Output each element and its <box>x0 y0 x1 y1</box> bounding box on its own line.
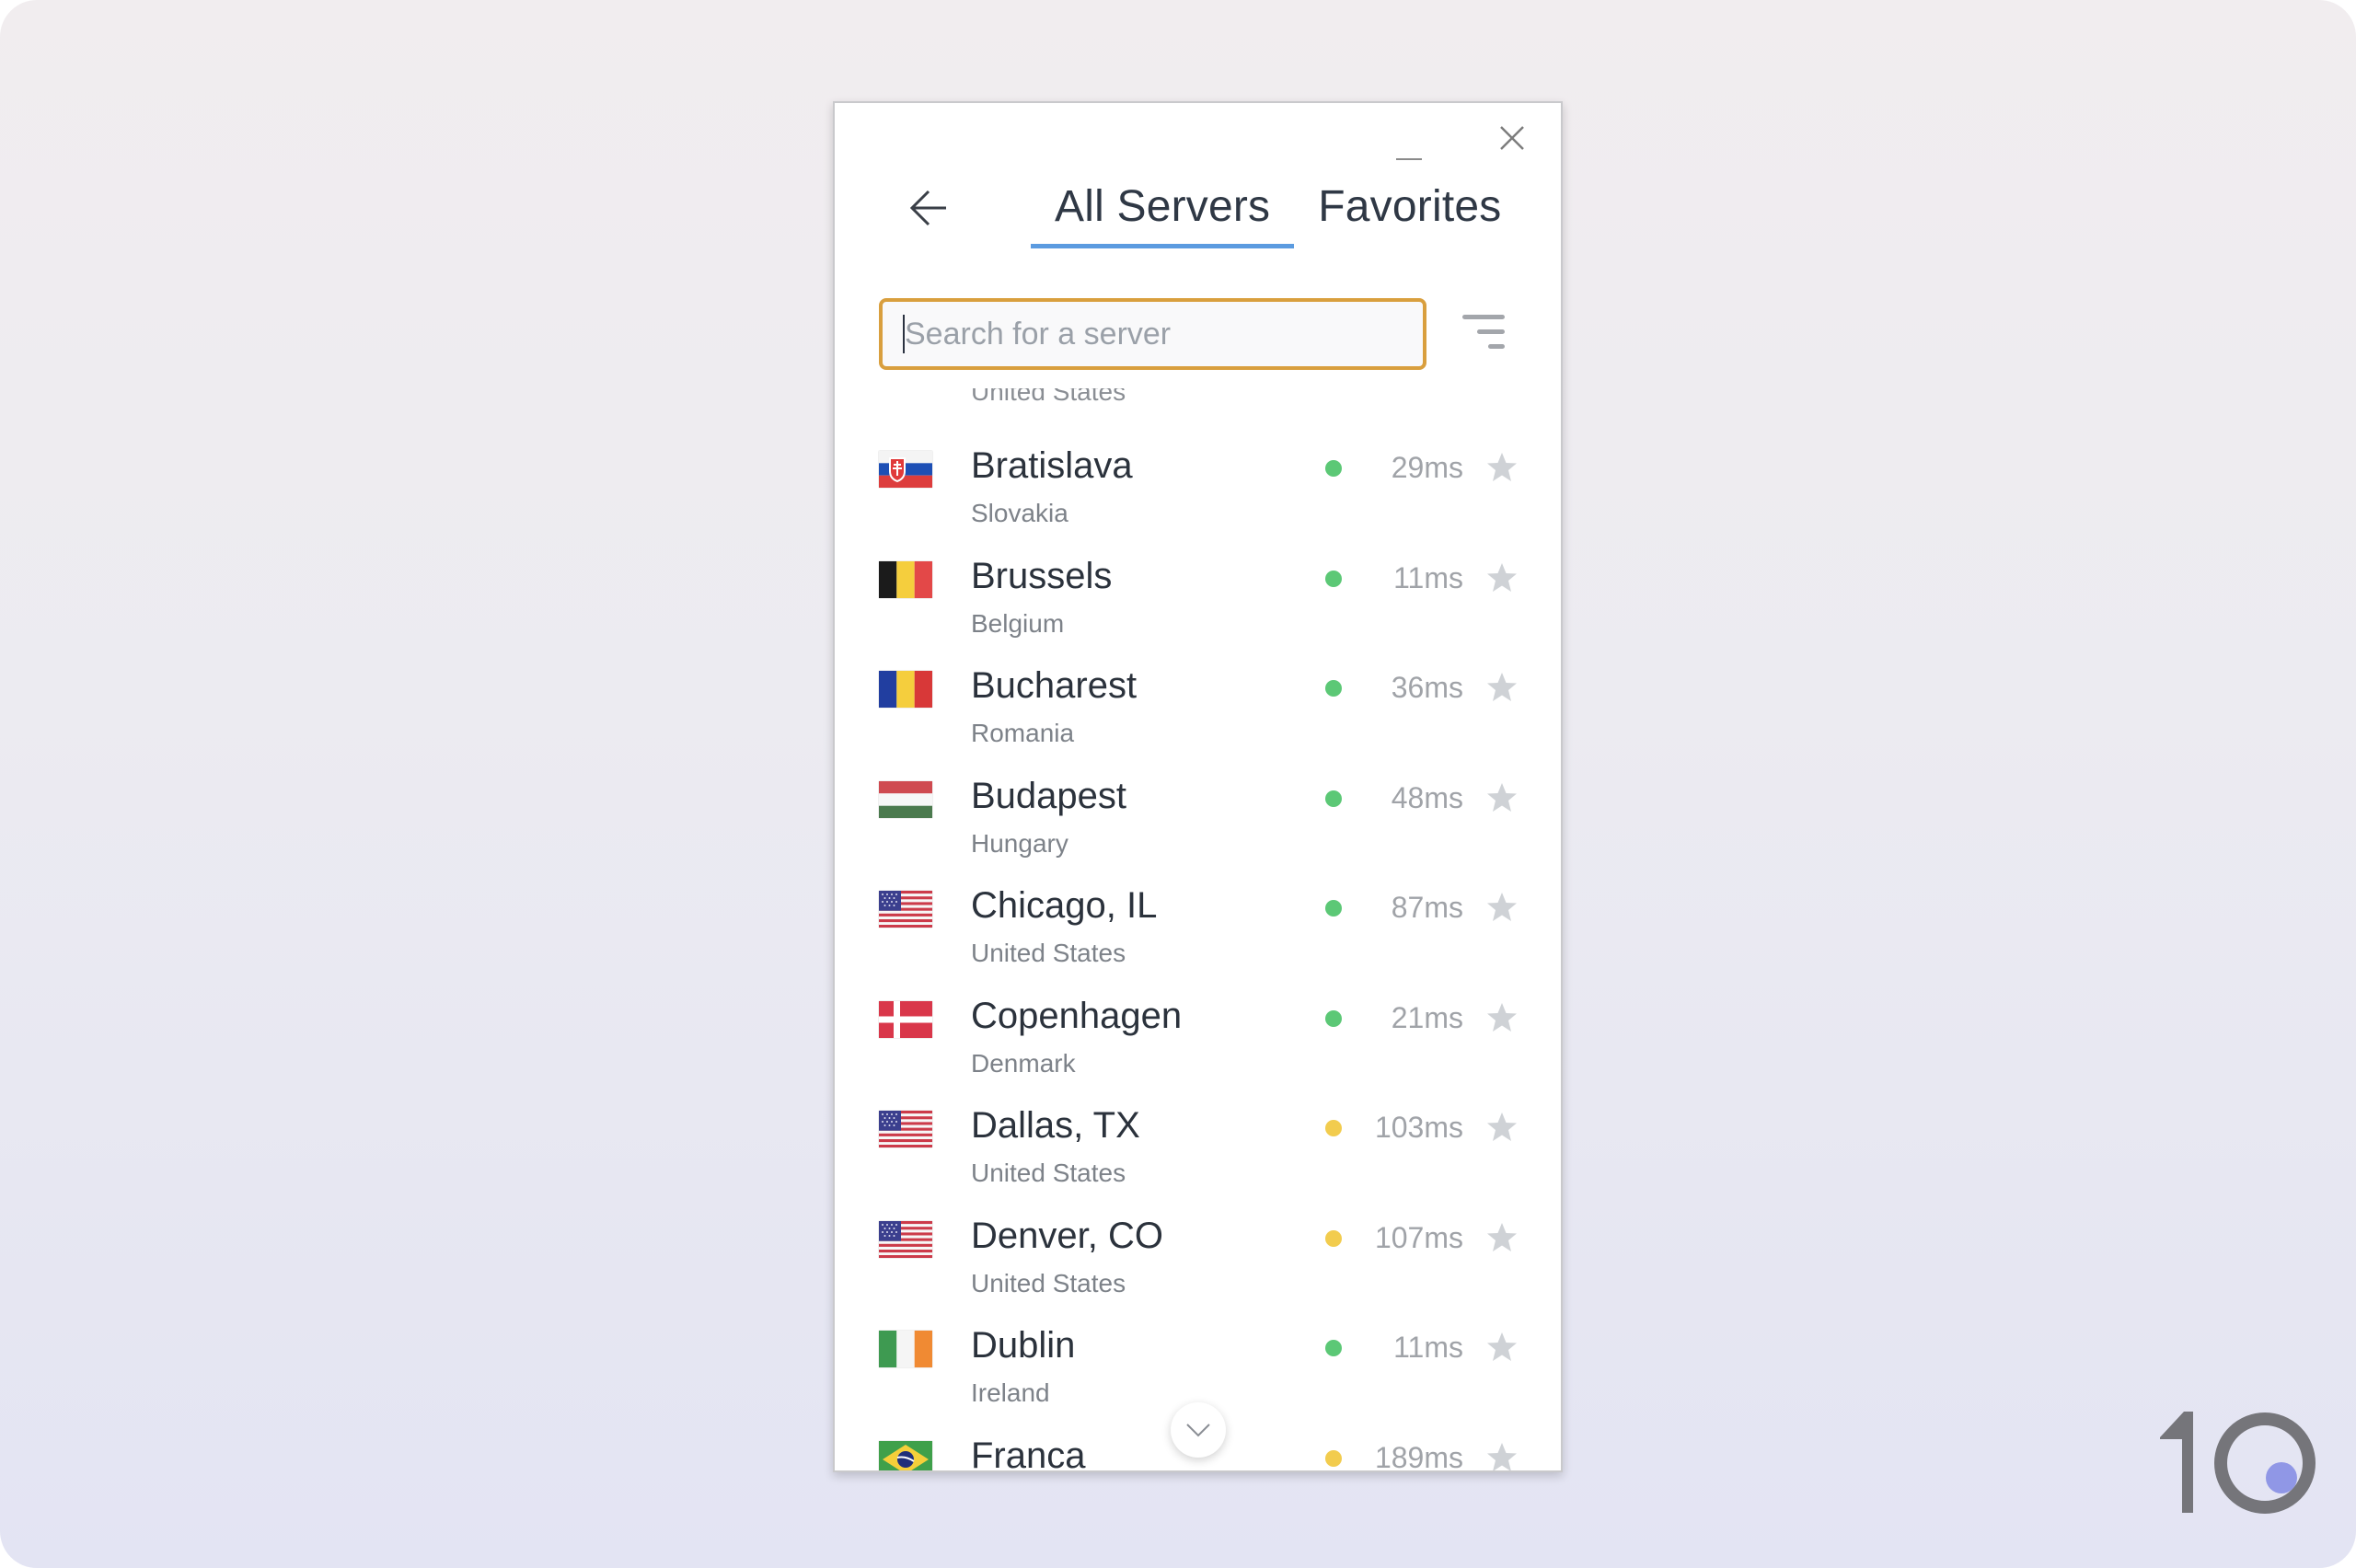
partial-row-country: United States <box>971 388 1126 406</box>
server-tabs: All Servers Favorites <box>1031 169 1525 252</box>
tab-all-servers[interactable]: All Servers <box>1031 169 1295 248</box>
server-ping: 87ms <box>1391 891 1463 924</box>
favorite-star-icon[interactable] <box>1485 1331 1519 1364</box>
server-city: Budapest <box>971 775 1127 816</box>
favorite-star-icon[interactable] <box>1485 781 1519 814</box>
star-icon <box>1487 1332 1517 1361</box>
flag-be-icon <box>879 560 932 598</box>
flag-hu-icon <box>879 780 932 818</box>
flag-us-icon <box>879 1220 932 1258</box>
server-row[interactable]: Brussels Belgium 11ms <box>835 552 1561 663</box>
server-ping: 48ms <box>1391 780 1463 814</box>
server-country: Hungary <box>971 828 1068 858</box>
server-country: United States <box>971 1268 1126 1297</box>
minimize-icon <box>1396 158 1422 160</box>
server-list[interactable]: United States Bratislava Slovakia 29ms Brus… <box>835 388 1561 1472</box>
server-city: Dallas, TX <box>971 1105 1140 1146</box>
favorite-star-icon[interactable] <box>1485 1441 1519 1470</box>
filter-button[interactable] <box>1457 311 1505 355</box>
flag-br-icon <box>879 1440 932 1470</box>
server-row[interactable]: Dallas, TX United States 103ms <box>835 1101 1561 1212</box>
server-country: United States <box>971 1159 1126 1187</box>
brand-logo <box>2156 1410 2322 1516</box>
server-ping: 11ms <box>1393 560 1463 594</box>
back-button[interactable] <box>885 184 950 230</box>
server-row[interactable]: Denver, CO United States 107ms <box>835 1212 1561 1322</box>
favorite-star-icon[interactable] <box>1485 1111 1519 1144</box>
favorite-star-icon[interactable] <box>1485 891 1519 924</box>
flag-sk-icon <box>879 451 932 488</box>
server-country: Ireland <box>971 1378 1050 1407</box>
favorite-star-icon[interactable] <box>1485 451 1519 484</box>
server-ping: 21ms <box>1391 1000 1463 1034</box>
search-field[interactable] <box>879 298 1426 370</box>
server-city: Bratislava <box>971 445 1133 486</box>
flag-ie-icon <box>879 1331 932 1367</box>
status-dot-icon <box>1325 1009 1342 1027</box>
status-dot-icon <box>1325 1449 1342 1467</box>
status-dot-icon <box>1325 460 1342 477</box>
server-city: Chicago, IL <box>971 885 1158 926</box>
flag-us-icon <box>879 891 932 928</box>
server-city: Dublin <box>971 1325 1076 1366</box>
status-dot-icon <box>1325 1229 1342 1247</box>
star-icon <box>1487 673 1517 701</box>
server-city: Brussels <box>971 555 1113 596</box>
star-icon <box>1487 453 1517 481</box>
server-row[interactable]: Budapest Hungary 48ms <box>835 772 1561 882</box>
star-icon <box>1487 782 1517 812</box>
star-icon <box>1487 1222 1517 1251</box>
status-dot-icon <box>1325 680 1342 697</box>
filter-icon-line <box>1477 329 1505 334</box>
star-icon <box>1487 1002 1517 1032</box>
server-city: Denver, CO <box>971 1215 1163 1256</box>
server-list-window: All Servers Favorites United States Brat… <box>833 101 1563 1472</box>
server-row[interactable]: Bratislava Slovakia 29ms <box>835 442 1561 552</box>
close-icon <box>1500 126 1524 150</box>
server-country: Denmark <box>971 1048 1076 1078</box>
server-country: Belgium <box>971 608 1065 638</box>
tab-favorites[interactable]: Favorites <box>1294 169 1525 245</box>
flag-ro-icon <box>879 671 932 708</box>
favorite-star-icon[interactable] <box>1485 671 1519 704</box>
star-icon <box>1487 1113 1517 1141</box>
status-dot-icon <box>1325 570 1342 587</box>
server-city: Franca <box>971 1435 1086 1472</box>
server-ping: 11ms <box>1393 1331 1463 1364</box>
server-city: Copenhagen <box>971 995 1183 1036</box>
search-input[interactable] <box>905 306 1402 362</box>
star-icon <box>1487 562 1517 592</box>
server-country: Slovakia <box>971 499 1068 527</box>
star-icon <box>1487 1442 1517 1470</box>
scroll-down-button[interactable] <box>1171 1402 1226 1458</box>
server-city: Bucharest <box>971 665 1138 706</box>
close-button[interactable] <box>1490 116 1534 160</box>
server-ping: 189ms <box>1374 1440 1463 1472</box>
server-ping: 29ms <box>1391 451 1463 484</box>
server-row[interactable]: Copenhagen Denmark 21ms <box>835 992 1561 1102</box>
arrow-left-icon <box>909 190 946 226</box>
server-country: United States <box>971 939 1126 967</box>
flag-us-icon <box>879 1111 932 1147</box>
favorite-star-icon[interactable] <box>1485 1221 1519 1254</box>
chevron-down-icon <box>1186 1424 1210 1437</box>
filter-icon <box>1462 315 1505 319</box>
status-dot-icon <box>1325 900 1342 917</box>
status-dot-icon <box>1325 1340 1342 1356</box>
star-icon <box>1487 893 1517 921</box>
server-ping: 36ms <box>1391 671 1463 704</box>
minimize-button[interactable] <box>1387 131 1433 167</box>
filter-icon-line <box>1488 344 1505 349</box>
server-ping: 107ms <box>1374 1220 1463 1254</box>
server-ping: 103ms <box>1374 1111 1463 1144</box>
favorite-star-icon[interactable] <box>1485 1001 1519 1034</box>
status-dot-icon <box>1325 790 1342 807</box>
server-country: Romania <box>971 719 1075 747</box>
server-row[interactable]: Bucharest Romania 36ms <box>835 662 1561 772</box>
flag-dk-icon <box>879 1000 932 1038</box>
server-row[interactable]: Chicago, IL United States 87ms <box>835 882 1561 992</box>
favorite-star-icon[interactable] <box>1485 561 1519 594</box>
brand-logo-icon <box>2160 1412 2316 1514</box>
status-dot-icon <box>1325 1120 1342 1136</box>
